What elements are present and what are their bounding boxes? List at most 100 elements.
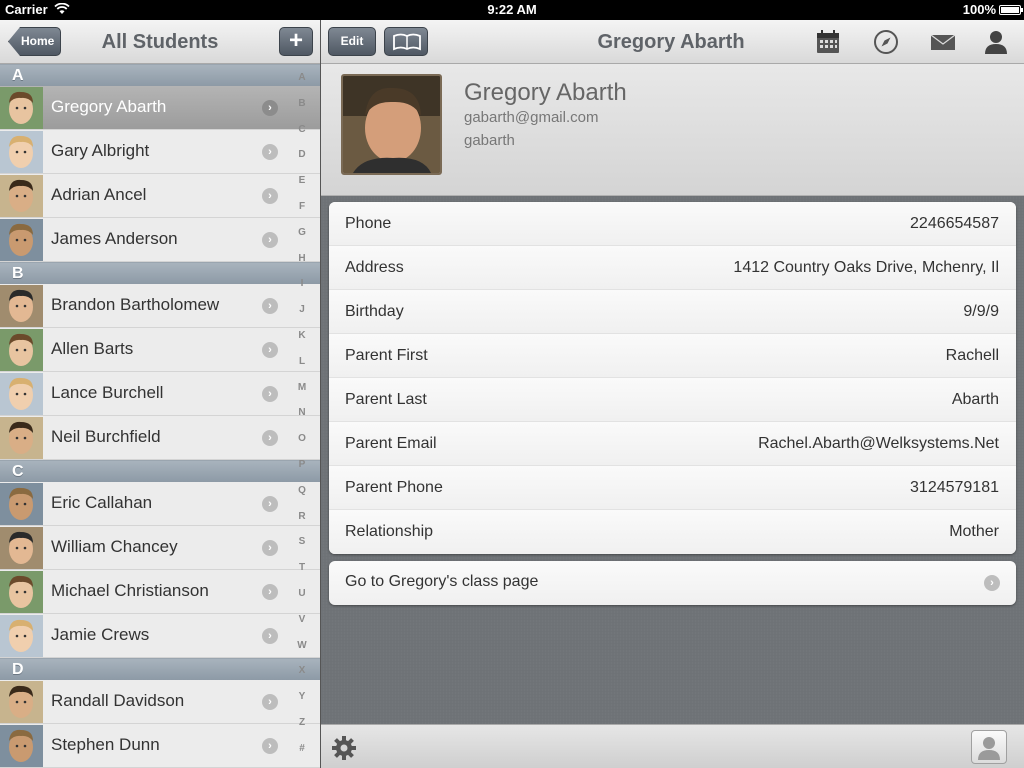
chevron-right-icon: › xyxy=(262,628,278,644)
index-letter[interactable]: R xyxy=(286,511,318,537)
student-row[interactable]: James Anderson › xyxy=(0,218,320,262)
detail-label: Birthday xyxy=(345,303,404,320)
index-letter[interactable]: J xyxy=(286,304,318,330)
student-thumbnail xyxy=(0,329,43,371)
book-icon xyxy=(393,33,421,51)
detail-row[interactable]: Parent Last Abarth xyxy=(329,378,1016,422)
index-letter[interactable]: V xyxy=(286,614,318,640)
student-name: Gary Albright xyxy=(51,141,150,160)
detail-label: Relationship xyxy=(345,523,434,540)
index-letter[interactable]: O xyxy=(286,433,318,459)
list-title: All Students xyxy=(101,31,219,53)
chevron-right-icon: › xyxy=(262,188,278,204)
index-letter[interactable]: G xyxy=(286,227,318,253)
detail-value: Rachel.Abarth@Welksystems.Net xyxy=(758,435,999,452)
index-letter[interactable]: A xyxy=(286,72,318,98)
mail-icon[interactable] xyxy=(930,29,956,55)
compass-icon[interactable] xyxy=(873,29,899,55)
index-letter[interactable]: C xyxy=(286,124,318,150)
student-photo xyxy=(341,74,442,175)
index-letter[interactable]: B xyxy=(286,98,318,124)
chevron-right-icon: › xyxy=(262,694,278,710)
student-row[interactable]: Allen Barts › xyxy=(0,328,320,372)
add-student-button[interactable]: + xyxy=(279,27,313,56)
class-page-label: Go to Gregory's class page xyxy=(345,573,539,590)
detail-label: Parent Last xyxy=(345,391,427,408)
index-letter[interactable]: L xyxy=(286,356,318,382)
detail-row[interactable]: Relationship Mother xyxy=(329,510,1016,554)
index-letter[interactable]: Y xyxy=(286,691,318,717)
detail-row[interactable]: Parent Phone 3124579181 xyxy=(329,466,1016,510)
chevron-right-icon: › xyxy=(262,540,278,556)
detail-row[interactable]: Birthday 9/9/9 xyxy=(329,290,1016,334)
student-name: Jamie Crews xyxy=(51,625,150,644)
index-letter[interactable]: M xyxy=(286,382,318,408)
section-header: C xyxy=(0,460,320,482)
detail-row[interactable]: Parent First Rachell xyxy=(329,334,1016,378)
student-row[interactable]: Brandon Bartholomew › xyxy=(0,284,320,328)
index-letter[interactable]: P xyxy=(286,459,318,485)
book-button[interactable] xyxy=(384,27,428,56)
index-letter[interactable]: Z xyxy=(286,717,318,743)
student-thumbnail xyxy=(0,219,43,261)
student-row[interactable]: Jamie Crews › xyxy=(0,614,320,658)
index-letter[interactable]: T xyxy=(286,562,318,588)
student-thumbnail xyxy=(0,615,43,657)
detail-row[interactable]: Parent Email Rachel.Abarth@Welksystems.Ne… xyxy=(329,422,1016,466)
person-icon[interactable] xyxy=(983,29,1009,55)
detail-row[interactable]: Phone 2246654587 xyxy=(329,202,1016,246)
student-thumbnail xyxy=(0,725,43,767)
index-letter[interactable]: U xyxy=(286,588,318,614)
status-time: 9:22 AM xyxy=(487,2,537,17)
detail-label: Parent First xyxy=(345,347,428,364)
student-thumbnail xyxy=(0,131,43,173)
section-header: A xyxy=(0,64,320,86)
index-letter[interactable]: Q xyxy=(286,485,318,511)
chevron-right-icon: › xyxy=(262,738,278,754)
student-name: Adrian Ancel xyxy=(51,185,147,204)
student-row[interactable]: Gary Albright › xyxy=(0,130,320,174)
student-name: Randall Davidson xyxy=(51,691,185,710)
index-letter[interactable]: I xyxy=(286,278,318,304)
detail-value: Rachell xyxy=(945,347,999,364)
index-letter[interactable]: S xyxy=(286,536,318,562)
chevron-right-icon: › xyxy=(262,496,278,512)
profile-email: gabarth@gmail.com xyxy=(464,109,599,126)
chevron-right-icon: › xyxy=(984,575,1000,591)
student-row[interactable]: Neil Burchfield › xyxy=(0,416,320,460)
detail-value: 3124579181 xyxy=(910,479,999,496)
chevron-right-icon: › xyxy=(262,430,278,446)
student-name: Michael Christianson xyxy=(51,581,209,600)
contact-icon xyxy=(978,737,1000,760)
student-row[interactable]: Adrian Ancel › xyxy=(0,174,320,218)
contact-button[interactable] xyxy=(971,730,1007,764)
calendar-icon[interactable] xyxy=(815,29,841,55)
student-row[interactable]: Gregory Abarth › xyxy=(0,86,320,130)
student-row[interactable]: Michael Christianson › xyxy=(0,570,320,614)
index-letter[interactable]: E xyxy=(286,175,318,201)
chevron-right-icon: › xyxy=(262,386,278,402)
index-letter[interactable]: D xyxy=(286,149,318,175)
detail-value: 9/9/9 xyxy=(963,303,999,320)
index-letter[interactable]: W xyxy=(286,640,318,666)
index-letter[interactable]: K xyxy=(286,330,318,356)
student-name: Eric Callahan xyxy=(51,493,153,512)
battery-icon xyxy=(999,5,1023,15)
student-row[interactable]: Randall Davidson › xyxy=(0,680,320,724)
detail-row[interactable]: Address 1412 Country Oaks Drive, Mchenry,… xyxy=(329,246,1016,290)
index-letter[interactable]: X xyxy=(286,665,318,691)
index-letter[interactable]: N xyxy=(286,407,318,433)
index-letter[interactable]: # xyxy=(286,743,318,768)
gear-icon[interactable] xyxy=(331,735,357,761)
section-index[interactable]: A B C D E F G H I J K L M N O P Q R S T U V W X Y Z # xyxy=(286,72,318,768)
student-row[interactable]: Lance Burchell › xyxy=(0,372,320,416)
student-row[interactable]: Eric Callahan › xyxy=(0,482,320,526)
edit-button[interactable]: Edit xyxy=(328,27,376,56)
student-row[interactable]: William Chancey › xyxy=(0,526,320,570)
index-letter[interactable]: H xyxy=(286,253,318,279)
class-page-link[interactable]: Go to Gregory's class page › xyxy=(329,561,1016,605)
student-thumbnail xyxy=(0,483,43,525)
student-row[interactable]: Stephen Dunn › xyxy=(0,724,320,768)
index-letter[interactable]: F xyxy=(286,201,318,227)
student-name: William Chancey xyxy=(51,537,178,556)
